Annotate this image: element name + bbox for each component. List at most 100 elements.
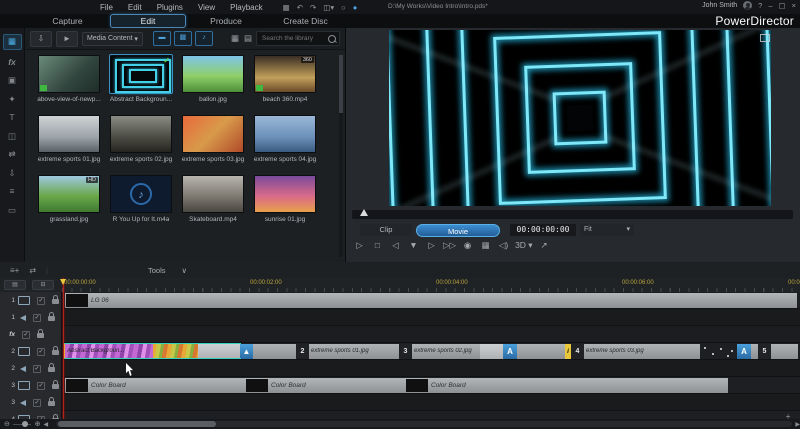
timeline-clip[interactable] [751, 344, 758, 359]
title-clip[interactable]: A [503, 344, 517, 359]
track-header[interactable]: 3✓ [0, 377, 62, 394]
help-button[interactable]: ? [758, 1, 762, 10]
clip-number-badge[interactable]: 4 [571, 344, 584, 359]
media-thumbnail[interactable] [182, 55, 244, 93]
timeline-view-button[interactable]: ▤ [4, 280, 26, 290]
redo-icon[interactable]: ↷ [310, 3, 316, 12]
scroll-right-button[interactable]: ▶ [795, 421, 800, 428]
track-enable-checkbox[interactable]: ✓ [22, 331, 30, 339]
timeline-clip[interactable] [700, 344, 735, 359]
menu-item-view[interactable]: View [198, 3, 215, 12]
track-header[interactable]: 2✓ [0, 343, 62, 360]
effect-room-icon[interactable]: fx [4, 55, 21, 69]
media-thumbnail[interactable] [182, 175, 244, 213]
zoom-in-button[interactable]: ⊕ [35, 420, 41, 428]
zoom-out-button[interactable]: ⊖ [4, 420, 10, 428]
fast-forward-button[interactable]: ▷▷ [443, 239, 456, 252]
title-clip[interactable]: A [737, 344, 751, 359]
chapter-room-icon[interactable]: ≡ [4, 184, 21, 198]
media-thumbnail[interactable] [38, 55, 100, 93]
clip-mode-button[interactable]: Clip [360, 224, 412, 236]
menu-item-edit[interactable]: Edit [128, 3, 142, 12]
playhead-marker-icon[interactable] [60, 279, 66, 285]
transition-clip[interactable]: ▲ [240, 344, 253, 359]
track-enable-checkbox[interactable]: ✓ [33, 314, 41, 322]
import-media-button[interactable]: ⇩ [30, 31, 52, 47]
horizontal-scrollbar[interactable]: + [56, 421, 792, 427]
track-manager-button[interactable]: ≡+ [10, 266, 19, 275]
color-board-clip[interactable]: Color Board [405, 378, 728, 393]
track-lock-icon[interactable] [52, 384, 59, 389]
track-header[interactable]: 4✓ [0, 411, 62, 419]
minimize-button[interactable]: – [768, 1, 772, 10]
media-thumbnail[interactable]: ♪ [110, 175, 172, 213]
particle-room-icon[interactable]: ✦ [4, 92, 21, 106]
search-input[interactable] [260, 34, 328, 43]
media-thumbnail[interactable]: 360 [254, 55, 316, 93]
library-scrollbar[interactable] [339, 55, 343, 257]
clip-number-badge[interactable]: 2 [296, 344, 309, 359]
track-options-button[interactable]: ⊟ [32, 280, 54, 290]
media-thumbnail[interactable]: ✓ [110, 55, 172, 93]
transition-room-icon[interactable]: ◫ [4, 129, 21, 143]
track-lock-icon[interactable] [48, 316, 55, 321]
pip-objects-room-icon[interactable]: ▣ [4, 73, 21, 87]
title-room-icon[interactable]: T [4, 110, 21, 124]
magnetic-snap-button[interactable]: ⇄ [29, 266, 36, 275]
detail-view-button[interactable]: ▤ [244, 33, 252, 44]
scrollbar-thumb[interactable] [58, 421, 216, 427]
tools-dropdown[interactable]: Tools ∨ [148, 266, 187, 275]
room-layout-icon[interactable]: ◫▾ [323, 3, 334, 12]
tab-edit[interactable]: Edit [110, 14, 186, 28]
timeline-clip[interactable] [153, 344, 198, 359]
tab-create-disc[interactable]: Create Disc [268, 15, 343, 27]
timeline-clip[interactable]: extreme sports 02.jpg [412, 344, 480, 359]
timecode-display[interactable]: 00:00:00:00 [510, 224, 576, 236]
timeline-clip[interactable] [198, 344, 240, 359]
undock-preview-icon[interactable] [760, 34, 770, 42]
track-lock-icon[interactable] [52, 299, 59, 304]
record-button[interactable]: ▼ [407, 239, 420, 252]
filter-audio-button[interactable]: ♪ [195, 31, 213, 46]
tab-produce[interactable]: Produce [194, 15, 258, 27]
next-frame-button[interactable]: ▷ [425, 239, 438, 252]
account-icon[interactable]: ● [353, 3, 358, 12]
timeline-clip[interactable]: LG 06 [65, 293, 797, 308]
play-button[interactable]: ▷ [353, 239, 366, 252]
clip-number-badge[interactable]: 5 [758, 344, 771, 359]
filter-photo-button[interactable]: ▩ [174, 31, 192, 46]
capture-grid-icon[interactable]: ▦ [283, 3, 290, 12]
zoom-handle[interactable] [22, 421, 28, 427]
color-board-clip[interactable]: Color Board [65, 378, 245, 393]
timeline-zoom-slider[interactable] [13, 424, 31, 425]
track-header[interactable]: 2✓ [0, 360, 62, 377]
close-button[interactable]: × [792, 1, 796, 10]
media-thumbnail[interactable]: HD [38, 175, 100, 213]
clip-number-badge[interactable]: 3 [399, 344, 412, 359]
timeline-ruler[interactable]: ▤⊟00:00:00:0000:00:02:0000:00:04:0000:00… [0, 278, 800, 293]
previous-frame-button[interactable]: ◁ [389, 239, 402, 252]
preview-quality-button[interactable]: ▦ [479, 239, 492, 252]
media-thumbnail[interactable] [110, 115, 172, 153]
media-thumbnail[interactable] [254, 115, 316, 153]
playhead-line[interactable] [63, 278, 64, 419]
media-thumbnail[interactable] [182, 115, 244, 153]
menu-item-plugins[interactable]: Plugins [157, 3, 183, 12]
timeline-clip[interactable] [253, 344, 296, 359]
movie-mode-button[interactable]: Movie [416, 224, 500, 237]
search-icon[interactable] [328, 35, 336, 43]
media-room-icon[interactable]: ▦ [3, 34, 22, 50]
download-media-button[interactable]: ► [56, 31, 78, 47]
audio-mixing-room-icon[interactable]: ⇄ [4, 147, 21, 161]
scroll-left-button[interactable]: ◀ [44, 421, 49, 428]
restore-button[interactable]: ▢ [779, 1, 786, 10]
track-header[interactable]: 3✓ [0, 394, 62, 411]
timeline-clip[interactable]: extreme sports 03.jpg [584, 344, 700, 359]
timeline-clip[interactable]: extreme sports 01.jpg [309, 344, 399, 359]
preview-seekbar[interactable] [352, 210, 793, 219]
track-header[interactable]: 1✓ [0, 309, 62, 326]
track-enable-checkbox[interactable]: ✓ [37, 382, 45, 390]
track-lock-icon[interactable] [48, 367, 55, 372]
subtitle-room-icon[interactable]: ▭ [4, 203, 21, 217]
filter-video-button[interactable]: ▬ [153, 31, 171, 46]
